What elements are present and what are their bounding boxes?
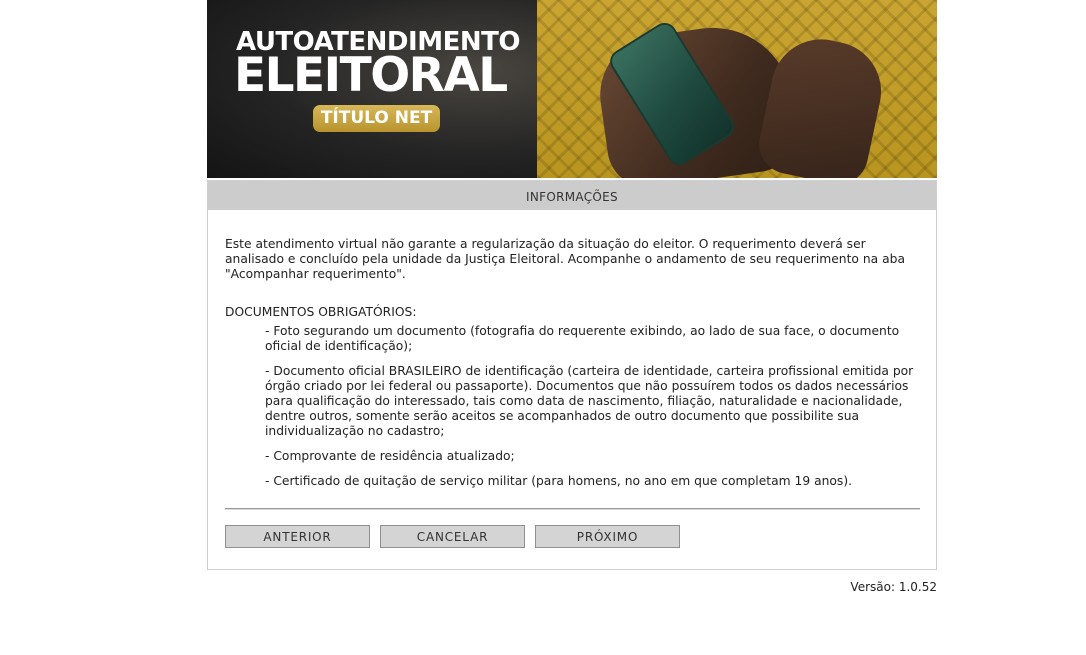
page-container: AUTOATENDIMENTO ELEITORAL TÍTULO NET INF…: [207, 0, 937, 594]
panel-title: INFORMAÇÕES: [208, 181, 936, 210]
intro-text: Este atendimento virtual não garante a r…: [225, 237, 905, 281]
cancel-button[interactable]: CANCELAR: [380, 525, 525, 548]
hero-banner: AUTOATENDIMENTO ELEITORAL TÍTULO NET: [207, 0, 937, 178]
banner-badge: TÍTULO NET: [313, 105, 440, 132]
list-item: - Comprovante de residência atualizado;: [265, 449, 515, 463]
button-row: ANTERIOR CANCELAR PRÓXIMO: [225, 525, 687, 548]
info-panel: INFORMAÇÕES Este atendimento virtual não…: [207, 180, 937, 570]
list-item: - Certificado de quitação de serviço mil…: [265, 474, 853, 488]
previous-button[interactable]: ANTERIOR: [225, 525, 370, 548]
required-documents-list: - Foto segurando um documento (fotografi…: [225, 324, 920, 489]
list-item: - Documento oficial BRASILEIRO de identi…: [265, 364, 914, 438]
list-item: - Foto segurando um documento (fotografi…: [265, 324, 900, 353]
banner-title-line2: ELEITORAL: [234, 48, 508, 103]
divider: [225, 508, 920, 510]
next-button[interactable]: PRÓXIMO: [535, 525, 680, 548]
panel-content: Este atendimento virtual não garante a r…: [225, 237, 920, 499]
required-documents-title: DOCUMENTOS OBRIGATÓRIOS:: [225, 305, 417, 319]
version-label: Versão: 1.0.52: [850, 580, 937, 594]
